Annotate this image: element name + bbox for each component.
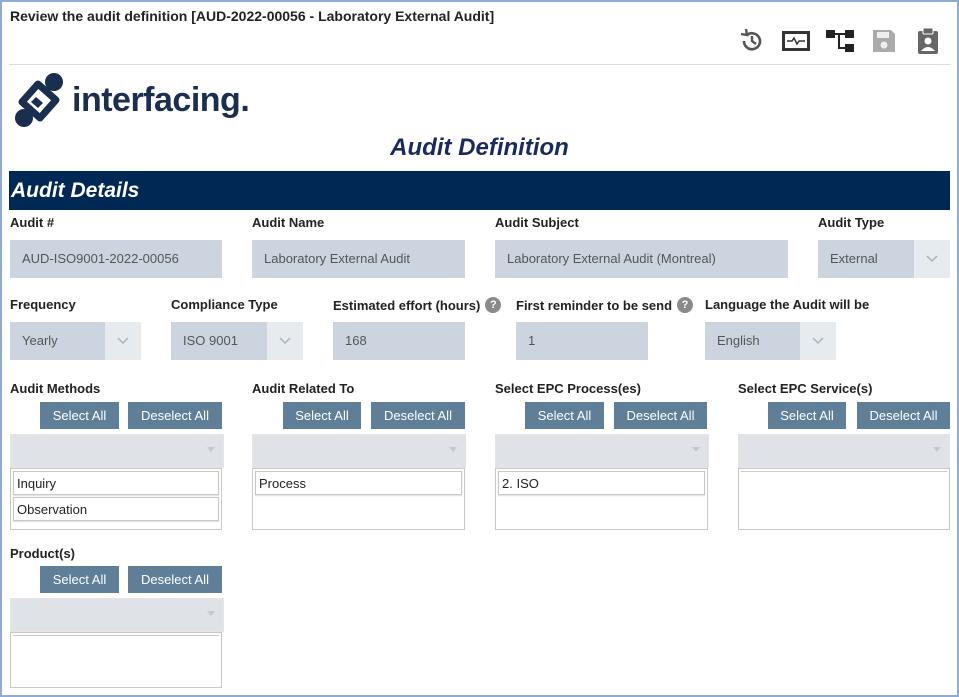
first-reminder-label-text: First reminder to be send — [516, 297, 673, 313]
epc-services-list — [738, 468, 950, 530]
chevron-down-icon[interactable] — [914, 240, 950, 278]
caret-down-icon — [207, 611, 215, 616]
chevron-down-icon[interactable] — [800, 322, 836, 360]
caret-down-icon — [692, 447, 700, 452]
logo-text: interfacing — [72, 80, 241, 119]
language-select[interactable]: English — [705, 322, 836, 360]
compliance-type-label: Compliance Type — [171, 297, 278, 312]
audit-related-to-label: Audit Related To — [252, 381, 355, 396]
products-filter[interactable] — [10, 598, 224, 632]
language-value: English — [705, 322, 800, 360]
list-divider — [741, 471, 947, 473]
help-icon[interactable]: ? — [485, 297, 502, 313]
monitor-activity-icon[interactable] — [781, 26, 811, 56]
products-select-all-button[interactable]: Select All — [40, 566, 119, 593]
history-icon[interactable] — [737, 26, 767, 56]
toolbar — [737, 26, 943, 56]
audit-type-select[interactable]: External — [818, 240, 950, 278]
workflow-icon[interactable] — [825, 26, 855, 56]
epc-services-filter[interactable] — [738, 434, 950, 468]
audit-related-deselect-all-button[interactable]: Deselect All — [371, 402, 465, 429]
chevron-down-icon[interactable] — [105, 322, 141, 360]
products-list — [10, 632, 222, 688]
estimated-effort-field[interactable]: 168 — [333, 322, 465, 360]
help-icon[interactable]: ? — [677, 297, 694, 313]
frequency-label: Frequency — [10, 297, 76, 312]
compliance-type-value: ISO 9001 — [171, 322, 267, 360]
list-divider — [13, 635, 219, 637]
header-divider — [9, 64, 950, 65]
section-header: Audit Details — [9, 171, 950, 210]
first-reminder-label: First reminder to be send ? — [516, 297, 694, 313]
audit-subject-field[interactable]: Laboratory External Audit (Montreal) — [495, 240, 788, 278]
list-item[interactable]: 2. ISO — [498, 471, 705, 495]
audit-type-value: External — [818, 240, 914, 278]
estimated-effort-label: Estimated effort (hours) ? — [333, 297, 502, 313]
epc-processes-label: Select EPC Process(es) — [495, 381, 641, 396]
audit-number-field[interactable]: AUD-ISO9001-2022-00056 — [10, 240, 222, 278]
audit-methods-list: Inquiry Observation — [10, 468, 222, 530]
epc-services-label: Select EPC Service(s) — [738, 381, 873, 396]
audit-type-label: Audit Type — [818, 215, 885, 230]
products-label: Product(s) — [10, 546, 75, 561]
audit-name-field[interactable]: Laboratory External Audit — [252, 240, 465, 278]
products-deselect-all-button[interactable]: Deselect All — [128, 566, 222, 593]
epc-services-select-all-button[interactable]: Select All — [768, 402, 846, 429]
frequency-select[interactable]: Yearly — [10, 322, 141, 360]
caret-down-icon — [449, 447, 457, 452]
compliance-type-select[interactable]: ISO 9001 — [171, 322, 303, 360]
list-item[interactable]: Process — [255, 471, 462, 495]
audit-number-label: Audit # — [10, 215, 55, 230]
chevron-down-icon[interactable] — [267, 322, 303, 360]
audit-methods-select-all-button[interactable]: Select All — [40, 402, 119, 429]
audit-methods-label: Audit Methods — [10, 381, 101, 396]
audit-related-select-all-button[interactable]: Select All — [283, 402, 361, 429]
first-reminder-field[interactable]: 1 — [516, 322, 648, 360]
caret-down-icon — [207, 447, 215, 452]
company-logo: interfacing. — [12, 70, 250, 130]
window-title: Review the audit definition [AUD-2022-00… — [10, 8, 495, 24]
epc-processes-select-all-button[interactable]: Select All — [525, 402, 604, 429]
epc-processes-list: 2. ISO — [495, 468, 708, 530]
audit-related-filter[interactable] — [252, 434, 466, 468]
estimated-effort-label-text: Estimated effort (hours) — [333, 297, 481, 313]
save-icon[interactable] — [869, 26, 899, 56]
audit-subject-label: Audit Subject — [495, 215, 579, 230]
list-item[interactable]: Observation — [13, 497, 219, 521]
audit-related-list: Process — [252, 468, 465, 530]
caret-down-icon — [933, 447, 941, 452]
epc-services-deselect-all-button[interactable]: Deselect All — [857, 402, 950, 429]
language-label: Language the Audit will be — [705, 297, 870, 312]
frequency-value: Yearly — [10, 322, 105, 360]
logo-dot: . — [240, 80, 250, 119]
clipboard-user-icon[interactable] — [913, 26, 943, 56]
epc-processes-deselect-all-button[interactable]: Deselect All — [614, 402, 707, 429]
interfacing-logo-icon — [15, 73, 63, 127]
audit-methods-filter[interactable] — [10, 434, 224, 468]
page-title: Audit Definition — [390, 134, 569, 161]
list-item[interactable]: Inquiry — [13, 471, 219, 495]
audit-methods-deselect-all-button[interactable]: Deselect All — [128, 402, 222, 429]
epc-processes-filter[interactable] — [495, 434, 709, 468]
audit-name-label: Audit Name — [252, 215, 325, 230]
